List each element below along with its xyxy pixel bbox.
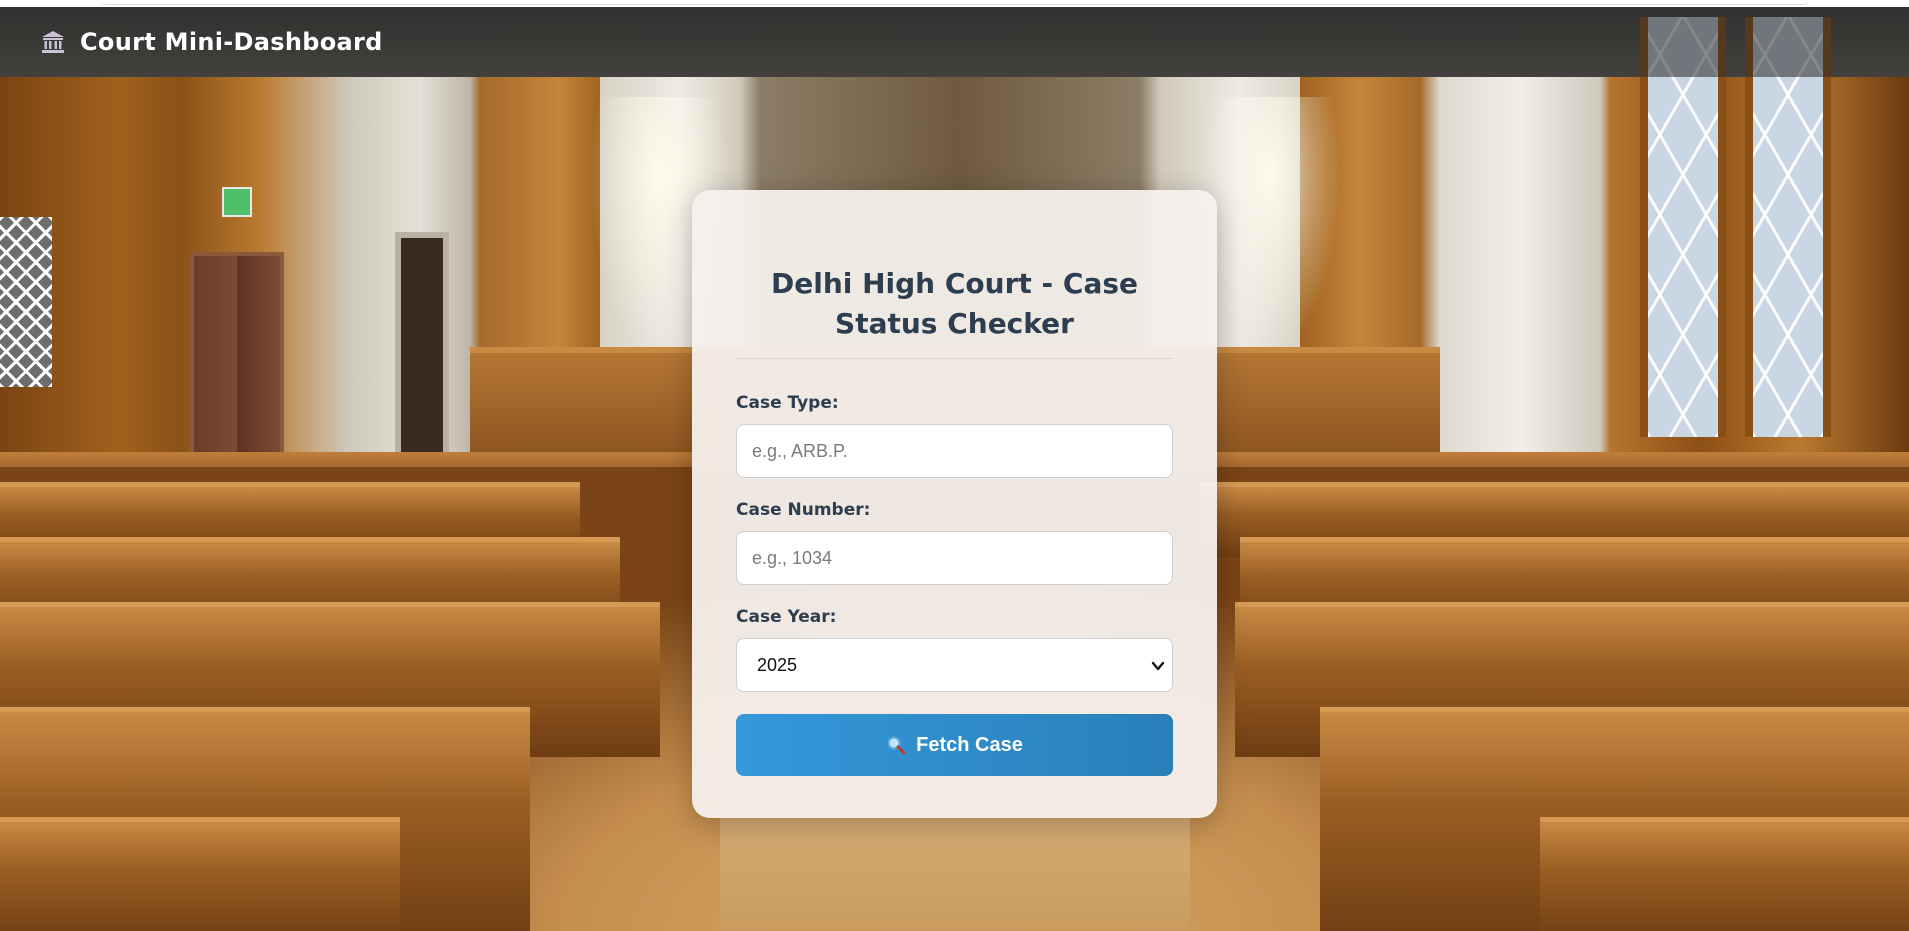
fetch-case-button[interactable]: Fetch Case [736, 714, 1173, 776]
app-title: Court Mini-Dashboard [80, 28, 383, 56]
case-status-form-card: Delhi High Court - Case Status Checker C… [692, 190, 1217, 818]
fetch-case-button-label: Fetch Case [916, 733, 1023, 756]
case-year-select-wrapper: 2025 [736, 638, 1173, 692]
form-title: Delhi High Court - Case Status Checker [771, 267, 1138, 340]
case-type-label: Case Type: [736, 393, 839, 413]
case-number-input[interactable] [736, 531, 1173, 585]
case-year-label: Case Year: [736, 607, 837, 627]
magnifier-icon [886, 735, 906, 755]
title-divider [736, 358, 1173, 359]
case-number-label: Case Number: [736, 500, 871, 520]
page-viewport: Court Mini-Dashboard Delhi High Court - … [0, 7, 1909, 931]
case-year-select[interactable]: 2025 [736, 638, 1173, 692]
top-navigation-bar: Court Mini-Dashboard [0, 7, 1909, 77]
courthouse-icon [40, 29, 66, 55]
case-type-input[interactable] [736, 424, 1173, 478]
